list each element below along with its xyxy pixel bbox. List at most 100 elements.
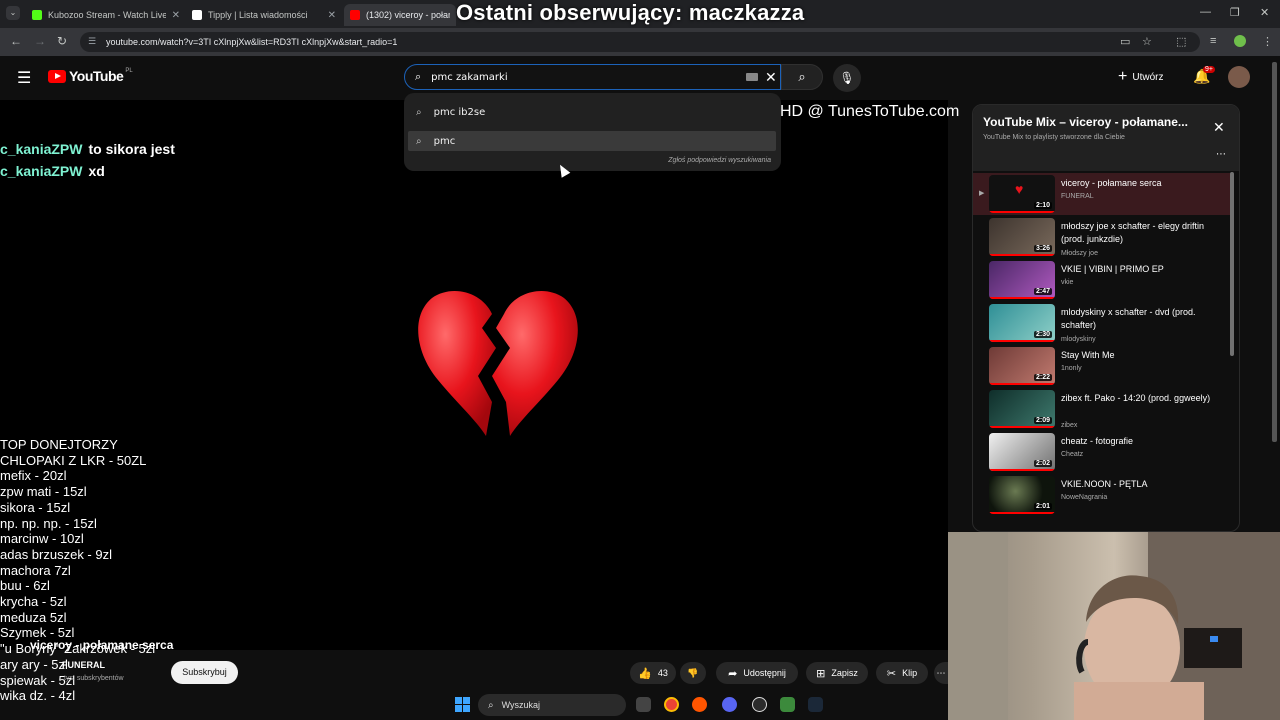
- playlist-item[interactable]: 2:02 cheatz - fotografie Cheatz: [973, 431, 1231, 473]
- save-button[interactable]: ⊞ Zapisz: [806, 662, 868, 684]
- more-icon[interactable]: ⋯: [1216, 149, 1226, 160]
- reload-icon[interactable]: ↻: [57, 34, 67, 48]
- tab-kubozoo[interactable]: Kubozoo Stream - Watch Live o ✕: [26, 4, 186, 26]
- taskbar-search[interactable]: ⌕ Wyszukaj: [478, 694, 626, 716]
- youtube-favicon-icon: [350, 10, 360, 20]
- playlist-item-title: viceroy - połamane serca: [1061, 178, 1162, 188]
- donor-entry: marcinw - 10zl: [0, 531, 84, 547]
- profile-icon[interactable]: [1234, 35, 1246, 47]
- playlist-item-channel: Cheatz: [1061, 451, 1084, 458]
- playlist-item[interactable]: ▶ ♥ 2:10 viceroy - połamane serca FUNERA…: [973, 173, 1231, 215]
- steam-icon[interactable]: [808, 697, 823, 712]
- report-suggestions-link[interactable]: Zgłoś podpowiedzi wyszukiwania: [668, 157, 771, 164]
- browser-toolbar: ← → ↻ ☰ youtube.com/watch?v=3TI cXlnpjXw…: [0, 28, 1280, 56]
- video-thumbnail: 2:22: [989, 347, 1055, 385]
- windows-start-icon[interactable]: [455, 697, 471, 713]
- clear-icon[interactable]: ✕: [765, 69, 777, 86]
- minimize-icon[interactable]: —: [1200, 6, 1211, 18]
- close-window-icon[interactable]: ✕: [1260, 6, 1269, 19]
- playlist-item-channel: FUNERAL: [1061, 193, 1094, 200]
- video-duration: 2:01: [1033, 503, 1052, 510]
- playlist-item[interactable]: 2:30 mlodyskiny x schafter - dvd (prod. …: [973, 302, 1231, 344]
- search-input[interactable]: ⌕ pmc zakamarki ✕: [404, 64, 781, 90]
- country-code: PL: [125, 68, 133, 74]
- address-bar[interactable]: ☰ youtube.com/watch?v=3TI cXlnpjXw&list=…: [80, 32, 1200, 52]
- mix-subtitle: YouTube Mix to playlisty stworzone dla C…: [983, 134, 1125, 141]
- video-thumbnail: 2:02: [989, 433, 1055, 471]
- mix-header: YouTube Mix – viceroy - połamane... YouT…: [973, 105, 1239, 171]
- video-duration: 2:09: [1033, 417, 1052, 424]
- back-icon[interactable]: ←: [10, 34, 22, 48]
- video-duration: 2:30: [1033, 331, 1052, 338]
- suggestion-item[interactable]: ⌕ pmc ib2se: [416, 102, 485, 122]
- site-info-icon[interactable]: ☰: [88, 36, 96, 47]
- youtube-logo[interactable]: YouTube PL: [48, 68, 133, 84]
- more-actions-button[interactable]: ⋯: [934, 662, 948, 684]
- watch-progress: [989, 297, 1055, 299]
- search-value: pmc zakamarki: [431, 71, 508, 83]
- soundcloud-icon[interactable]: [692, 697, 707, 712]
- playlist-item[interactable]: 2:09 zibex ft. Pako - 14:20 (prod. ggwee…: [973, 388, 1231, 430]
- kick-favicon-icon: [32, 10, 42, 20]
- tab-tipply[interactable]: Tipply | Lista wiadomości ✕: [186, 4, 342, 26]
- notification-badge: 9+: [1203, 66, 1215, 73]
- chat-username: c_kaniaZPW: [0, 141, 83, 157]
- playlist-item[interactable]: 3:26 młodszy joe x schafter - elegy drif…: [973, 216, 1231, 258]
- webcam-overlay: [948, 532, 1280, 720]
- playlist-scrollbar[interactable]: [1230, 172, 1234, 356]
- video-title: viceroy - połamane serca: [30, 638, 174, 652]
- video-thumbnail: 2:01: [989, 476, 1055, 514]
- playlist-item[interactable]: 2:01 VKIE.NOON - PĘTLA NoweNagrania: [973, 474, 1231, 516]
- tab-close-icon[interactable]: ✕: [328, 10, 336, 21]
- dislike-button[interactable]: 👎: [680, 662, 706, 684]
- playlist-item-title: VKIE | VIBIN | PRIMO EP: [1061, 264, 1164, 274]
- task-view-icon[interactable]: [636, 697, 651, 712]
- watch-progress: [989, 426, 1055, 428]
- search-icon: ⌕: [416, 135, 422, 147]
- share-button[interactable]: ➦ Udostępnij: [716, 662, 798, 684]
- xbox-app-icon[interactable]: [780, 697, 795, 712]
- dislike-icon: 👎: [687, 667, 699, 678]
- streaming-app-icon[interactable]: [752, 697, 767, 712]
- discord-icon[interactable]: [722, 697, 737, 712]
- clip-button[interactable]: ✂ Klip: [876, 662, 928, 684]
- donors-heading: TOP DONEJTORZY: [0, 437, 118, 452]
- maximize-icon[interactable]: ❐: [1230, 6, 1240, 19]
- cast-icon[interactable]: ▭: [1120, 35, 1130, 48]
- bookmark-star-icon[interactable]: ☆: [1142, 35, 1152, 48]
- mic-icon: 🎙: [839, 71, 855, 85]
- like-button[interactable]: 👍 43: [630, 662, 676, 684]
- donor-entry: buu - 6zl: [0, 578, 50, 594]
- mic-button[interactable]: 🎙: [833, 64, 861, 92]
- chrome-icon[interactable]: [664, 697, 679, 712]
- search-icon: ⌕: [415, 70, 422, 83]
- playlist-item[interactable]: 2:47 VKIE | VIBIN | PRIMO EP vkie: [973, 259, 1231, 301]
- tab-close-icon[interactable]: ✕: [172, 10, 180, 21]
- reading-list-icon[interactable]: ≡: [1210, 35, 1216, 47]
- hamburger-icon[interactable]: ☰: [17, 68, 31, 88]
- suggestion-item[interactable]: ⌕ pmc: [408, 131, 776, 151]
- donor-entry: krycha - 5zl: [0, 594, 67, 610]
- browser-menu-icon[interactable]: ⋮: [1262, 35, 1273, 48]
- like-icon: 👍: [638, 667, 652, 680]
- stream-follower-overlay: Ostatni obserwujący: maczkazza: [456, 0, 805, 25]
- video-thumbnail: 2:47: [989, 261, 1055, 299]
- search-icon: ⌕: [488, 699, 494, 711]
- mix-playlist-panel: YouTube Mix – viceroy - połamane... YouT…: [972, 104, 1240, 532]
- search-button[interactable]: ⌕: [781, 64, 823, 90]
- playlist-item[interactable]: 2:22 Stay With Me 1nonly: [973, 345, 1231, 387]
- extensions-icon[interactable]: ⬚: [1176, 35, 1186, 48]
- keyboard-icon[interactable]: [746, 73, 758, 81]
- subscribe-button[interactable]: Subskrybuj: [171, 661, 238, 684]
- close-icon[interactable]: ✕: [1213, 119, 1225, 136]
- create-button[interactable]: + Utwórz: [1118, 66, 1163, 88]
- page-scrollbar[interactable]: [1272, 62, 1277, 442]
- stream-chat: c_kaniaZPW to sikora jest c_kaniaZPW xd: [0, 141, 175, 185]
- channel-name[interactable]: FUNERAL: [62, 660, 105, 670]
- share-icon: ➦: [728, 667, 738, 680]
- forward-icon[interactable]: →: [34, 34, 46, 48]
- tab-youtube[interactable]: (1302) viceroy - połamane: [344, 4, 456, 26]
- watch-progress: [989, 340, 1055, 342]
- avatar[interactable]: [1228, 66, 1250, 88]
- tab-search-button[interactable]: ⌄: [6, 6, 20, 20]
